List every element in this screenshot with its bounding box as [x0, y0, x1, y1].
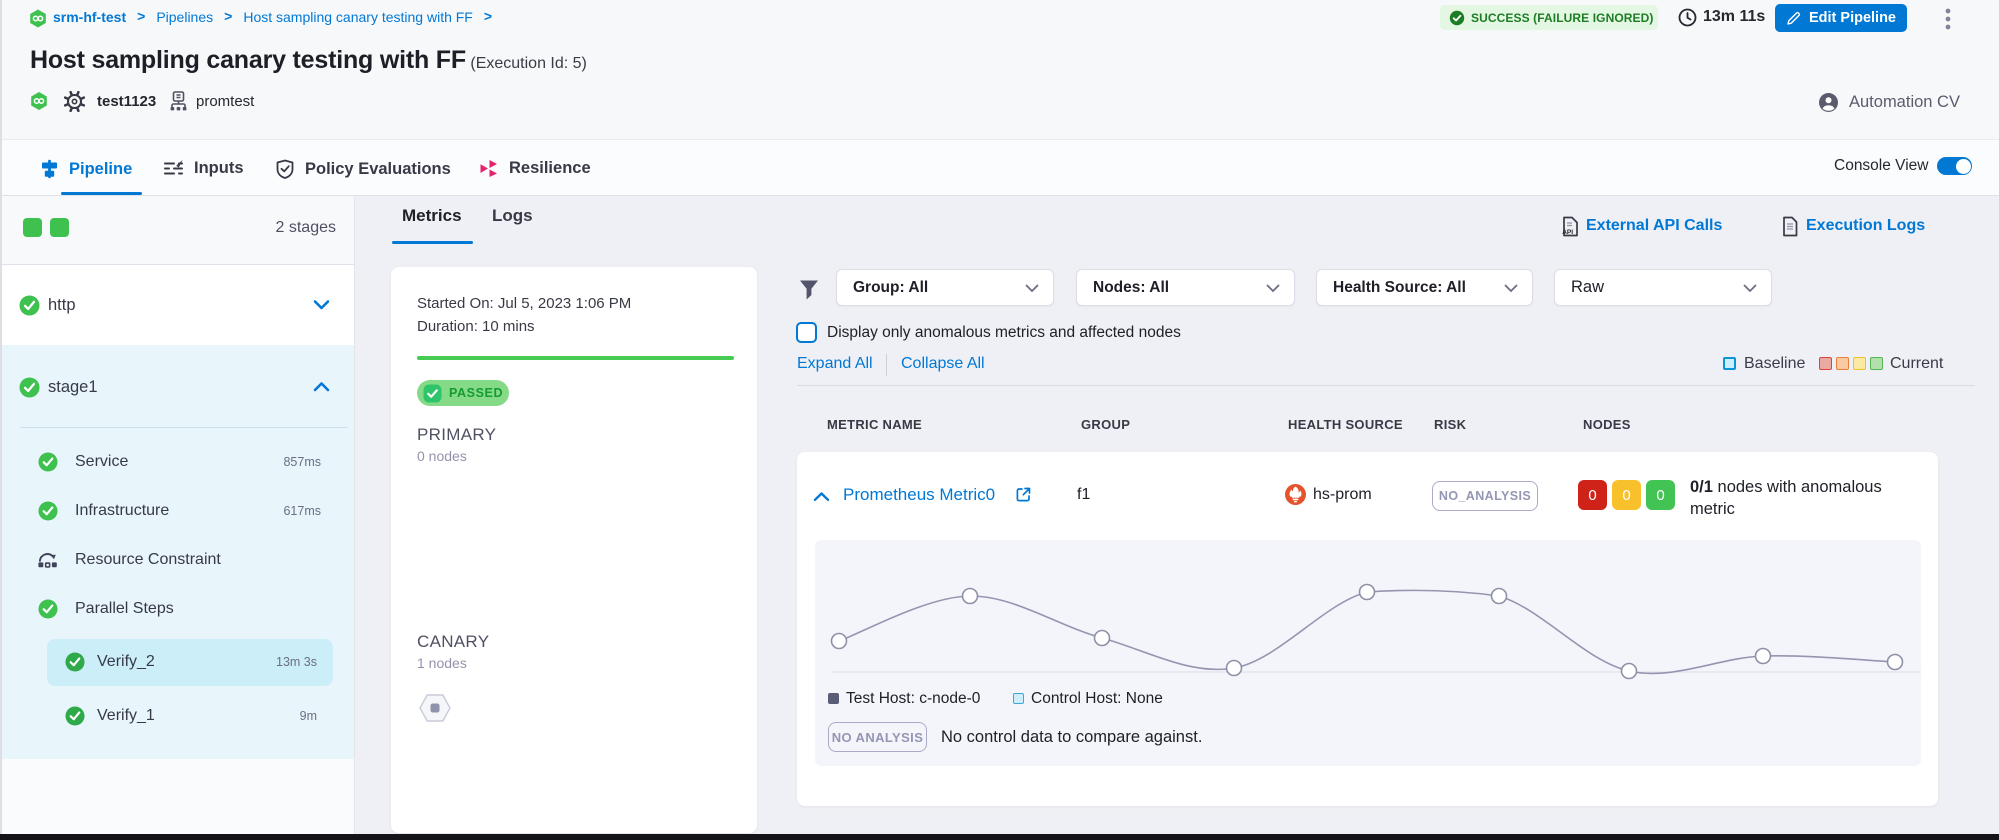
svg-text:API: API [1562, 229, 1573, 236]
